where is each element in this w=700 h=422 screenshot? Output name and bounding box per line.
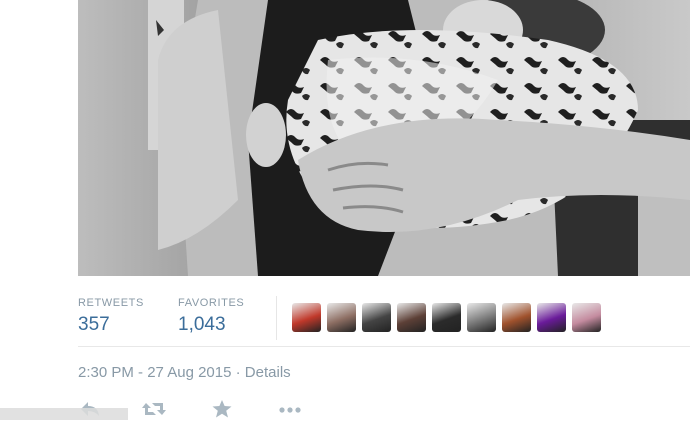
timestamp-text[interactable]: 2:30 PM - 27 Aug 2015	[78, 364, 231, 381]
favorites-count[interactable]: 1,043	[178, 314, 244, 336]
tweet-photo[interactable]	[78, 0, 690, 276]
favoriter-avatar[interactable]	[502, 303, 531, 332]
timestamp-separator: ·	[231, 364, 245, 381]
favoriter-avatar[interactable]	[467, 303, 496, 332]
favoriter-avatar[interactable]	[397, 303, 426, 332]
favoriter-avatar[interactable]	[292, 303, 321, 332]
more-icon[interactable]	[278, 400, 302, 420]
photo-illustration	[78, 0, 690, 276]
retweets-stat[interactable]: RETWEETS 357	[78, 290, 144, 346]
retweets-count[interactable]: 357	[78, 314, 144, 336]
favoriter-avatar[interactable]	[432, 303, 461, 332]
tweet-stats: RETWEETS 357 FAVORITES 1,043	[78, 290, 690, 347]
favoriter-avatar[interactable]	[362, 303, 391, 332]
details-link[interactable]: Details	[245, 364, 291, 381]
tweet-timestamp: 2:30 PM - 27 Aug 2015 · Details	[78, 364, 291, 381]
favorites-label: FAVORITES	[178, 297, 245, 309]
favorites-stat[interactable]: FAVORITES 1,043	[178, 290, 244, 346]
star-icon[interactable]	[210, 400, 234, 420]
favoriter-avatar[interactable]	[537, 303, 566, 332]
retweets-label: RETWEETS	[78, 297, 144, 309]
stats-divider	[276, 296, 277, 340]
favoriter-avatar[interactable]	[572, 303, 601, 332]
image-caption-overlay	[0, 408, 128, 420]
retweet-icon[interactable]	[142, 400, 166, 420]
favoriter-avatar[interactable]	[327, 303, 356, 332]
